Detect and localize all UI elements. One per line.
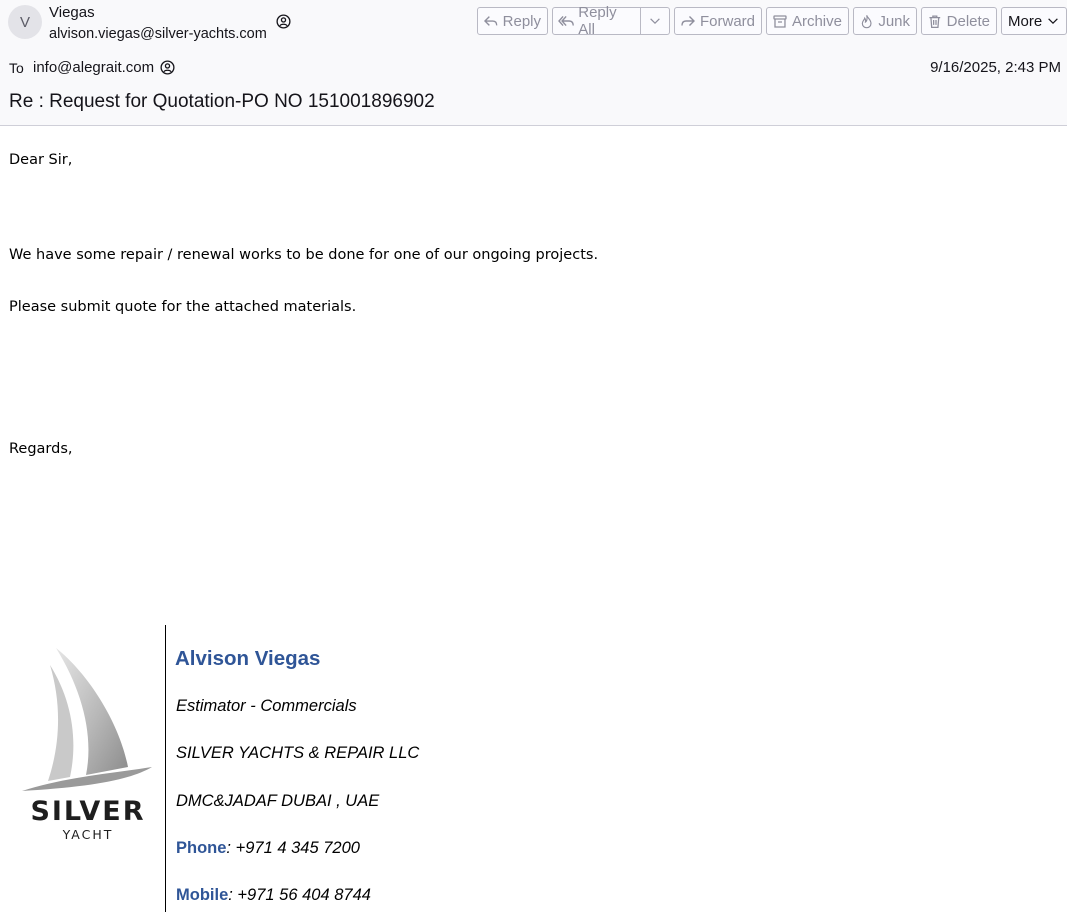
signature-location: DMC&JADAF DUBAI , UAE [176,792,380,810]
add-contact-icon[interactable] [276,14,291,29]
message-toolbar: Reply Reply All Forward Archive Junk Del… [477,4,1067,38]
signature-divider [165,625,166,912]
recipient-address[interactable]: info@alegrait.com [33,59,154,76]
phone-label: Phone [176,839,227,857]
signature-name: Alvison Viegas [175,647,321,670]
mobile-number[interactable]: : +971 56 404 8744 [228,886,371,904]
archive-button[interactable]: Archive [766,7,849,35]
more-button[interactable]: More [1001,7,1067,35]
chevron-down-icon [1048,18,1058,25]
mobile-label: Mobile [176,886,229,904]
archive-icon [773,14,787,28]
body-line-1: We have some repair / renewal works to b… [9,247,599,263]
trash-icon [929,14,941,28]
forward-icon [681,15,695,26]
forward-button[interactable]: Forward [674,7,762,35]
reply-all-split: Reply All [552,4,670,38]
junk-flame-icon [861,14,872,28]
reply-button[interactable]: Reply [477,7,548,35]
reply-all-button[interactable]: Reply All [552,4,641,38]
signature-title: Estimator - Commercials [176,697,357,715]
signature-phone: Phone: +971 4 345 7200 [176,839,360,858]
signature-mobile: Mobile: +971 56 404 8744 [176,886,371,905]
phone-number[interactable]: : +971 4 345 7200 [226,839,360,857]
signature-company: SILVER YACHTS & REPAIR LLC [176,744,420,762]
reply-label: Reply [502,12,541,30]
junk-label: Junk [878,12,910,30]
message-subject: Re : Request for Quotation-PO NO 1510018… [9,91,435,112]
sender-email[interactable]: alvison.viegas@silver-yachts.com [49,26,267,42]
reply-all-label: Reply All [578,4,617,38]
to-label: To [9,60,24,76]
junk-button[interactable]: Junk [853,7,917,35]
message-date: 9/16/2025, 2:43 PM [930,59,1061,76]
logo-subtext: YACHT [62,827,114,842]
add-contact-icon[interactable] [160,60,175,75]
closing-text: Regards, [9,441,73,457]
sender-avatar[interactable]: V [8,5,42,39]
forward-label: Forward [699,12,755,30]
delete-button[interactable]: Delete [921,7,997,35]
message-header: V Viegas alvison.viegas@silver-yachts.co… [0,0,1067,126]
logo-wordmark: SILVER [30,796,145,827]
body-line-2: Please submit quote for the attached mat… [9,299,357,315]
sender-name[interactable]: Viegas [49,4,95,21]
silver-yacht-logo: SILVER YACHT [22,648,152,842]
more-label: More [1008,12,1043,30]
reply-icon [483,15,498,26]
chevron-down-icon [650,18,660,25]
archive-label: Archive [791,12,842,30]
reply-all-icon [558,15,574,26]
greeting-text: Dear Sir, [9,152,73,168]
delete-label: Delete [946,12,990,30]
reply-all-dropdown[interactable] [641,7,670,35]
